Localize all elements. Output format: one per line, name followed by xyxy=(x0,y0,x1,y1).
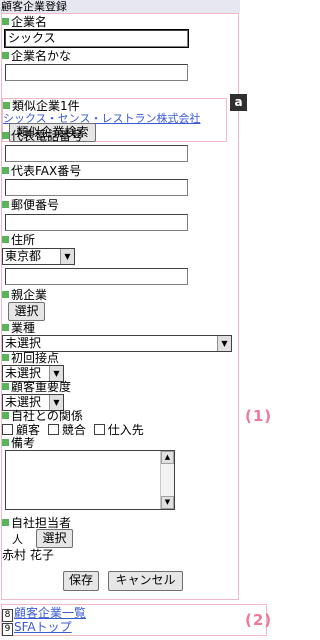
checkbox-supplier[interactable] xyxy=(93,424,105,435)
phone-label: 代表電話番号 xyxy=(2,129,83,143)
required-marker-icon xyxy=(2,439,9,446)
required-marker-icon xyxy=(2,201,9,208)
checkbox-competitor[interactable] xyxy=(47,424,59,435)
required-marker-icon xyxy=(2,412,9,419)
owner-name: 赤村 花子 xyxy=(2,548,54,562)
parent-company-label: 親企業 xyxy=(2,288,47,302)
importance-label: 顧客重要度 xyxy=(2,380,71,394)
cancel-button[interactable]: キャンセル xyxy=(108,571,183,591)
checkbox-label-customer: 顧客 xyxy=(16,423,41,437)
prefecture-select[interactable]: 東京都 ▼ xyxy=(2,248,75,265)
relation-options: 顧客 競合 仕入先 xyxy=(2,423,144,437)
similar-company-label: 類似企業1件 xyxy=(3,99,80,113)
scroll-up-icon[interactable]: ▲ xyxy=(161,451,174,464)
region-label-2: (2) xyxy=(245,611,273,629)
checkbox-label-competitor: 競合 xyxy=(61,423,86,437)
required-marker-icon xyxy=(2,132,9,139)
scroll-down-icon[interactable]: ▼ xyxy=(161,496,174,509)
required-marker-icon xyxy=(2,383,9,390)
relation-label: 自社との関係 xyxy=(2,409,83,423)
parent-select-button[interactable]: 選択 xyxy=(8,302,45,321)
fax-label: 代表FAX番号 xyxy=(2,164,81,178)
required-marker-icon xyxy=(2,18,9,25)
dropdown-arrow-icon: ▼ xyxy=(49,395,63,410)
footer-nav: 8 顧客企業一覧 9 SFAトップ xyxy=(1,604,267,636)
dropdown-arrow-icon: ▼ xyxy=(60,249,74,264)
owner-prefix: 人 xyxy=(12,533,23,546)
address-input[interactable] xyxy=(5,268,188,285)
save-button[interactable]: 保存 xyxy=(63,571,99,591)
form-region: 企業名 シックス 企業名かな 類似企業1件 シックス・センス・レストラン株式会社… xyxy=(1,13,239,600)
required-marker-icon xyxy=(2,519,9,526)
zip-label: 郵便番号 xyxy=(2,198,59,212)
dropdown-arrow-icon: ▼ xyxy=(217,336,231,351)
dropdown-arrow-icon: ▼ xyxy=(49,366,63,381)
notes-textarea[interactable]: ▲ ▼ xyxy=(5,450,175,510)
company-name-label: 企業名 xyxy=(2,15,47,29)
notes-label: 備考 xyxy=(2,436,35,450)
notes-scrollbar[interactable]: ▲ ▼ xyxy=(160,451,174,509)
first-contact-label: 初回接点 xyxy=(2,351,59,365)
required-marker-icon xyxy=(2,52,9,59)
required-marker-icon xyxy=(2,236,9,243)
region-label-1: (1) xyxy=(245,407,273,425)
checkbox-label-supplier: 仕入先 xyxy=(107,423,144,437)
required-marker-icon xyxy=(2,291,9,298)
company-kana-input[interactable] xyxy=(5,64,188,81)
checkbox-customer[interactable] xyxy=(2,424,13,435)
industry-label: 業種 xyxy=(2,321,35,335)
phone-input[interactable] xyxy=(5,145,188,162)
company-name-input[interactable]: シックス xyxy=(4,29,189,48)
required-marker-icon xyxy=(3,102,10,109)
required-marker-icon xyxy=(2,324,9,331)
key-9-icon: 9 xyxy=(2,623,13,636)
owner-label: 自社担当者 xyxy=(2,516,71,530)
address-label: 住所 xyxy=(2,233,35,247)
company-kana-label: 企業名かな xyxy=(2,49,71,63)
owner-select-button[interactable]: 選択 xyxy=(36,529,73,548)
required-marker-icon xyxy=(2,167,9,174)
industry-select[interactable]: 未選択 ▼ xyxy=(2,335,232,352)
annotation-badge-a: a xyxy=(230,94,247,111)
fax-input[interactable] xyxy=(5,179,188,196)
required-marker-icon xyxy=(2,354,9,361)
page-title: 顧客企業登録 xyxy=(0,0,240,13)
footer-link-top[interactable]: 9 SFAトップ xyxy=(2,620,72,636)
zip-input[interactable] xyxy=(5,214,188,231)
